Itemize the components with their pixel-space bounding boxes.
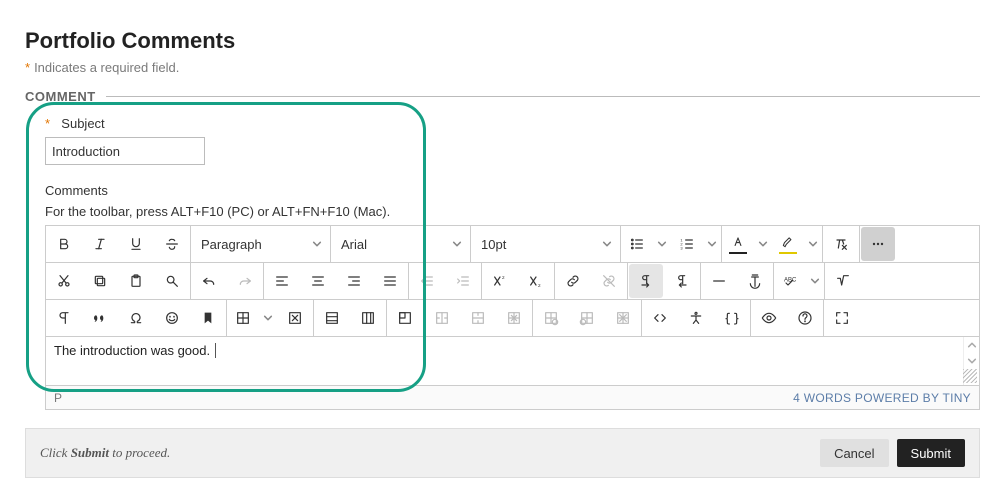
svg-text:2: 2 xyxy=(538,283,541,288)
page-title: Portfolio Comments xyxy=(25,28,980,54)
section-label: COMMENT xyxy=(25,89,96,104)
emoji-button[interactable] xyxy=(155,301,189,335)
required-star: * xyxy=(25,60,30,75)
link-button[interactable] xyxy=(556,264,590,298)
copy-button[interactable] xyxy=(83,264,117,298)
math-button[interactable] xyxy=(826,264,860,298)
undo-button[interactable] xyxy=(192,264,226,298)
required-star: * xyxy=(45,116,50,131)
table-cell-button[interactable] xyxy=(388,301,422,335)
subject-input[interactable] xyxy=(45,137,205,165)
unlink-button[interactable] xyxy=(592,264,626,298)
italic-button[interactable] xyxy=(83,227,117,261)
number-list-button[interactable]: 123 xyxy=(671,226,721,262)
table-insert-row-button[interactable] xyxy=(534,301,568,335)
text-color-button[interactable] xyxy=(722,226,772,262)
more-button[interactable] xyxy=(861,227,895,261)
status-meta: 4 WORDS POWERED BY TINY xyxy=(793,391,971,405)
fullscreen-button[interactable] xyxy=(825,301,859,335)
table-row-button[interactable] xyxy=(315,301,349,335)
help-button[interactable] xyxy=(788,301,822,335)
toolbar-row-2: 2 2 ABC xyxy=(46,263,979,300)
table-button[interactable] xyxy=(227,300,277,336)
submit-button[interactable]: Submit xyxy=(897,439,965,467)
editor-content[interactable]: The introduction was good. xyxy=(46,337,979,385)
align-left-button[interactable] xyxy=(265,264,299,298)
cancel-button[interactable]: Cancel xyxy=(820,439,888,467)
table-clear-button[interactable] xyxy=(606,301,640,335)
chevron-down-icon[interactable] xyxy=(259,301,277,335)
subscript-button[interactable]: 2 xyxy=(519,264,553,298)
chevron-down-icon[interactable] xyxy=(653,227,671,261)
anchor-button[interactable] xyxy=(738,264,772,298)
section-header: COMMENT xyxy=(25,89,980,104)
comments-label: Comments xyxy=(45,183,980,198)
bookmark-button[interactable] xyxy=(191,301,225,335)
font-size-dropdown[interactable]: 10pt xyxy=(471,226,621,262)
paragraph-button[interactable] xyxy=(47,301,81,335)
toolbar-row-1: Paragraph Arial 10pt xyxy=(46,226,979,263)
embed-button[interactable] xyxy=(715,301,749,335)
chevron-down-icon[interactable] xyxy=(806,264,824,298)
table-props-button[interactable] xyxy=(497,301,531,335)
table-merge-button[interactable] xyxy=(461,301,495,335)
rtl-button[interactable] xyxy=(665,264,699,298)
spellcheck-button[interactable]: ABC xyxy=(774,263,824,299)
required-note: *Indicates a required field. xyxy=(25,60,980,75)
align-right-button[interactable] xyxy=(337,264,371,298)
outdent-button[interactable] xyxy=(410,264,444,298)
svg-text:3: 3 xyxy=(680,245,683,250)
code-button[interactable] xyxy=(643,301,677,335)
scroll-down-area[interactable] xyxy=(963,351,979,385)
ltr-button[interactable] xyxy=(629,264,663,298)
preview-button[interactable] xyxy=(752,301,786,335)
align-justify-button[interactable] xyxy=(373,264,407,298)
table-split-button[interactable] xyxy=(425,301,459,335)
footer-bar: Click Submit to proceed. Cancel Submit xyxy=(25,428,980,478)
status-path: P xyxy=(54,391,62,405)
superscript-button[interactable]: 2 xyxy=(483,264,517,298)
font-family-dropdown[interactable]: Arial xyxy=(331,226,471,262)
chevron-down-icon[interactable] xyxy=(804,227,822,261)
strikethrough-button[interactable] xyxy=(155,227,189,261)
cut-button[interactable] xyxy=(47,264,81,298)
subject-label: * Subject xyxy=(45,116,980,131)
highlight-button[interactable] xyxy=(772,226,822,262)
redo-button[interactable] xyxy=(228,264,262,298)
paste-button[interactable] xyxy=(119,264,153,298)
block-format-dropdown[interactable]: Paragraph xyxy=(191,226,331,262)
chevron-down-icon[interactable] xyxy=(703,227,721,261)
underline-button[interactable] xyxy=(119,227,153,261)
table-insert-col-button[interactable] xyxy=(570,301,604,335)
table-delete-button[interactable] xyxy=(278,301,312,335)
quote-button[interactable] xyxy=(83,301,117,335)
clear-format-button[interactable] xyxy=(824,227,858,261)
align-center-button[interactable] xyxy=(301,264,335,298)
bold-button[interactable] xyxy=(47,227,81,261)
editor-status-bar: P 4 WORDS POWERED BY TINY xyxy=(45,386,980,410)
bullet-list-button[interactable] xyxy=(621,226,671,262)
hr-button[interactable] xyxy=(702,264,736,298)
table-col-button[interactable] xyxy=(351,301,385,335)
svg-text:2: 2 xyxy=(502,275,505,280)
section-rule xyxy=(106,96,980,97)
chevron-down-icon[interactable] xyxy=(754,227,772,261)
accessibility-button[interactable] xyxy=(679,301,713,335)
footer-hint: Click Submit to proceed. xyxy=(40,445,170,461)
toolbar-row-3 xyxy=(46,300,979,337)
rich-text-editor: Paragraph Arial 10pt xyxy=(45,225,980,386)
indent-button[interactable] xyxy=(446,264,480,298)
toolbar-help: For the toolbar, press ALT+F10 (PC) or A… xyxy=(45,204,980,219)
special-char-button[interactable] xyxy=(119,301,153,335)
find-button[interactable] xyxy=(155,264,189,298)
